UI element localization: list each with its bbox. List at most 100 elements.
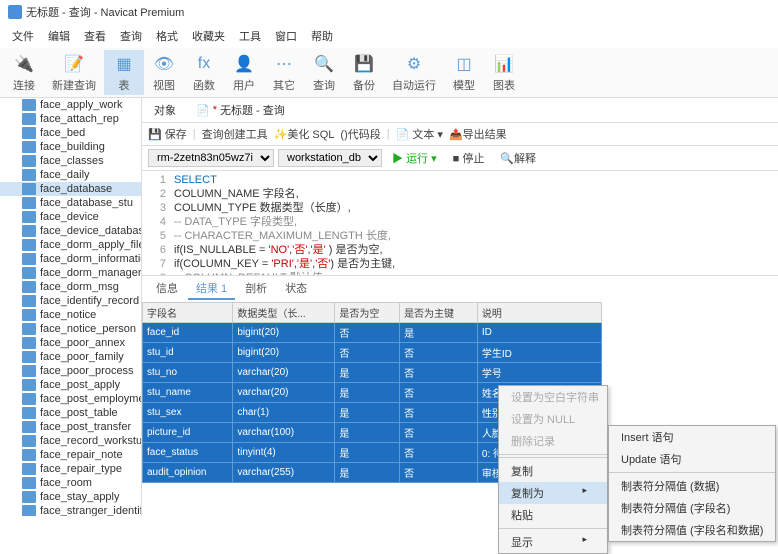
cell[interactable]: 否 [400, 363, 478, 383]
tree-item[interactable]: face_database [0, 182, 141, 196]
save-button[interactable]: 💾 保存 [148, 126, 187, 142]
cell[interactable]: audit_opinion [143, 463, 233, 483]
tree-item[interactable]: face_bed [0, 126, 141, 140]
result-tab[interactable]: 信息 [148, 278, 186, 300]
object-tree[interactable]: face_apply_workface_attach_repface_bedfa… [0, 98, 142, 516]
cell[interactable]: 否 [335, 323, 400, 343]
column-header[interactable]: 是否为空 [335, 303, 400, 323]
tree-item[interactable]: face_classes [0, 154, 141, 168]
context-item[interactable]: 设置为 NULL [499, 408, 607, 430]
tree-item[interactable]: face_post_transfer [0, 420, 141, 434]
submenu-item[interactable]: 制表符分隔值 (字段名) [609, 497, 775, 519]
table-row[interactable]: face_idbigint(20)否是ID [143, 323, 602, 343]
tree-item[interactable]: face_dorm_apply_file [0, 238, 141, 252]
sql-editor[interactable]: 1SELECT2 COLUMN_NAME 字段名,3 COLUMN_TYPE 数… [142, 171, 778, 275]
toolbar-表[interactable]: ▦表 [104, 50, 144, 95]
stop-button[interactable]: ■ 停止 [447, 149, 491, 167]
result-tab[interactable]: 剖析 [237, 278, 275, 300]
cell[interactable]: 否 [400, 443, 478, 463]
tree-item[interactable]: face_notice_person [0, 322, 141, 336]
tree-item[interactable]: face_post_employment [0, 392, 141, 406]
tree-item[interactable]: face_poor_process [0, 364, 141, 378]
menu-item[interactable]: 窗口 [269, 26, 303, 46]
toolbar-用户[interactable]: 👤用户 [224, 50, 264, 95]
cell[interactable]: 学号 [477, 363, 601, 383]
table-row[interactable]: stu_idbigint(20)否否学生ID [143, 343, 602, 363]
explain-button[interactable]: 🔍解释 [494, 149, 542, 167]
tab-objects[interactable]: 对象 [148, 100, 182, 120]
toolbar-函数[interactable]: fx函数 [184, 50, 224, 95]
tree-item[interactable]: face_post_apply [0, 378, 141, 392]
cell[interactable]: picture_id [143, 423, 233, 443]
cell[interactable]: tinyint(4) [233, 443, 335, 463]
context-item[interactable]: 显示 [499, 531, 607, 553]
toolbar-其它[interactable]: ⋯其它 [264, 50, 304, 95]
result-tab[interactable]: 状态 [277, 278, 315, 300]
tree-item[interactable]: face_dorm_information [0, 252, 141, 266]
query-builder-button[interactable]: 查询创建工具 [202, 126, 268, 142]
cell[interactable]: 学生ID [477, 343, 601, 363]
cell[interactable]: stu_sex [143, 403, 233, 423]
cell[interactable]: face_status [143, 443, 233, 463]
submenu-item[interactable]: 制表符分隔值 (字段名和数据) [609, 519, 775, 541]
menu-item[interactable]: 帮助 [305, 26, 339, 46]
context-menu[interactable]: 设置为空白字符串设置为 NULL删除记录复制复制为粘贴显示 [498, 385, 608, 554]
toolbar-备份[interactable]: 💾备份 [344, 50, 384, 95]
toolbar-视图[interactable]: 👁视图 [144, 50, 184, 95]
toolbar-模型[interactable]: ◫模型 [444, 50, 484, 95]
cell[interactable]: bigint(20) [233, 343, 335, 363]
tree-item[interactable]: face_record_workstudy [0, 434, 141, 448]
cell[interactable]: 是 [335, 383, 400, 403]
menu-item[interactable]: 编辑 [42, 26, 76, 46]
cell[interactable]: 否 [400, 343, 478, 363]
beautify-button[interactable]: ✨美化 SQL [274, 126, 335, 142]
tree-item[interactable]: face_apply_work [0, 98, 141, 112]
toolbar-新建查询[interactable]: 📝新建查询 [44, 50, 104, 95]
context-item[interactable]: 设置为空白字符串 [499, 386, 607, 408]
export-button[interactable]: 📤导出结果 [449, 126, 507, 142]
context-item[interactable]: 删除记录 [499, 430, 607, 452]
menu-item[interactable]: 查看 [78, 26, 112, 46]
cell[interactable]: face_id [143, 323, 233, 343]
connection-select[interactable]: rm-2zetn83n05wz7i [148, 149, 274, 167]
tree-item[interactable]: face_repair_note [0, 448, 141, 462]
menu-item[interactable]: 格式 [150, 26, 184, 46]
cell[interactable]: 是 [400, 323, 478, 343]
submenu[interactable]: Insert 语句Update 语句制表符分隔值 (数据)制表符分隔值 (字段名… [608, 425, 776, 542]
table-row[interactable]: stu_novarchar(20)是否学号 [143, 363, 602, 383]
toolbar-查询[interactable]: 🔍查询 [304, 50, 344, 95]
cell[interactable]: varchar(100) [233, 423, 335, 443]
menu-item[interactable]: 工具 [233, 26, 267, 46]
submenu-item[interactable]: 制表符分隔值 (数据) [609, 475, 775, 497]
tree-item[interactable]: face_building [0, 140, 141, 154]
cell[interactable]: 否 [335, 343, 400, 363]
tree-item[interactable]: face_repair_type [0, 462, 141, 476]
tree-item[interactable]: face_post_table [0, 406, 141, 420]
tree-item[interactable]: face_attach_rep [0, 112, 141, 126]
menu-item[interactable]: 收藏夹 [186, 26, 231, 46]
column-header[interactable]: 数据类型（长... [233, 303, 335, 323]
tree-item[interactable]: face_identify_record [0, 294, 141, 308]
text-button[interactable]: 📄 文本 ▾ [396, 126, 443, 142]
tree-item[interactable]: face_dorm_manager [0, 266, 141, 280]
cell[interactable]: char(1) [233, 403, 335, 423]
column-header[interactable]: 是否为主键 [400, 303, 478, 323]
cell[interactable]: 是 [335, 363, 400, 383]
cell[interactable]: stu_name [143, 383, 233, 403]
tree-item[interactable]: face_device_database [0, 224, 141, 238]
context-item[interactable]: 粘贴 [499, 504, 607, 526]
menu-item[interactable]: 文件 [6, 26, 40, 46]
snippet-button[interactable]: ()代码段 [340, 126, 380, 142]
toolbar-自动运行[interactable]: ⚙自动运行 [384, 50, 444, 95]
tree-item[interactable]: face_notice [0, 308, 141, 322]
database-select[interactable]: workstation_db [278, 149, 382, 167]
tree-item[interactable]: face_device [0, 210, 141, 224]
cell[interactable]: 是 [335, 463, 400, 483]
cell[interactable]: ID [477, 323, 601, 343]
result-tab[interactable]: 结果 1 [188, 278, 235, 300]
submenu-item[interactable]: Insert 语句 [609, 426, 775, 448]
menu-item[interactable]: 查询 [114, 26, 148, 46]
cell[interactable]: varchar(20) [233, 363, 335, 383]
context-item[interactable]: 复制为 [499, 482, 607, 504]
cell[interactable]: 是 [335, 443, 400, 463]
